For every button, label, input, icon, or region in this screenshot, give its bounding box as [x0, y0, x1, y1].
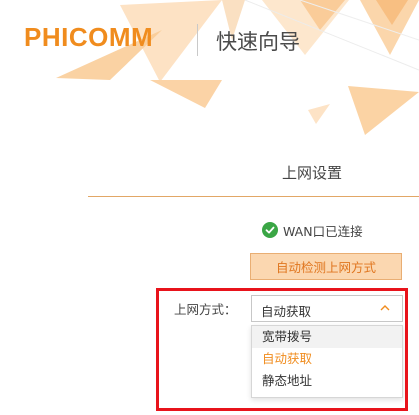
highlight-box: [156, 288, 408, 411]
wan-status-text: WAN口已连接: [283, 223, 363, 239]
section-title: 上网设置: [282, 164, 343, 182]
auto-detect-button[interactable]: 自动检测上网方式: [250, 253, 402, 280]
header: PHICOMM 快速向导: [0, 0, 419, 80]
wan-status: WAN口已连接: [262, 221, 363, 239]
phicomm-logo: PHICOMM: [24, 22, 154, 52]
header-divider: [197, 24, 198, 56]
check-circle-icon: [262, 222, 278, 238]
section-divider: [88, 196, 419, 197]
wizard-title: 快速向导: [216, 30, 300, 54]
